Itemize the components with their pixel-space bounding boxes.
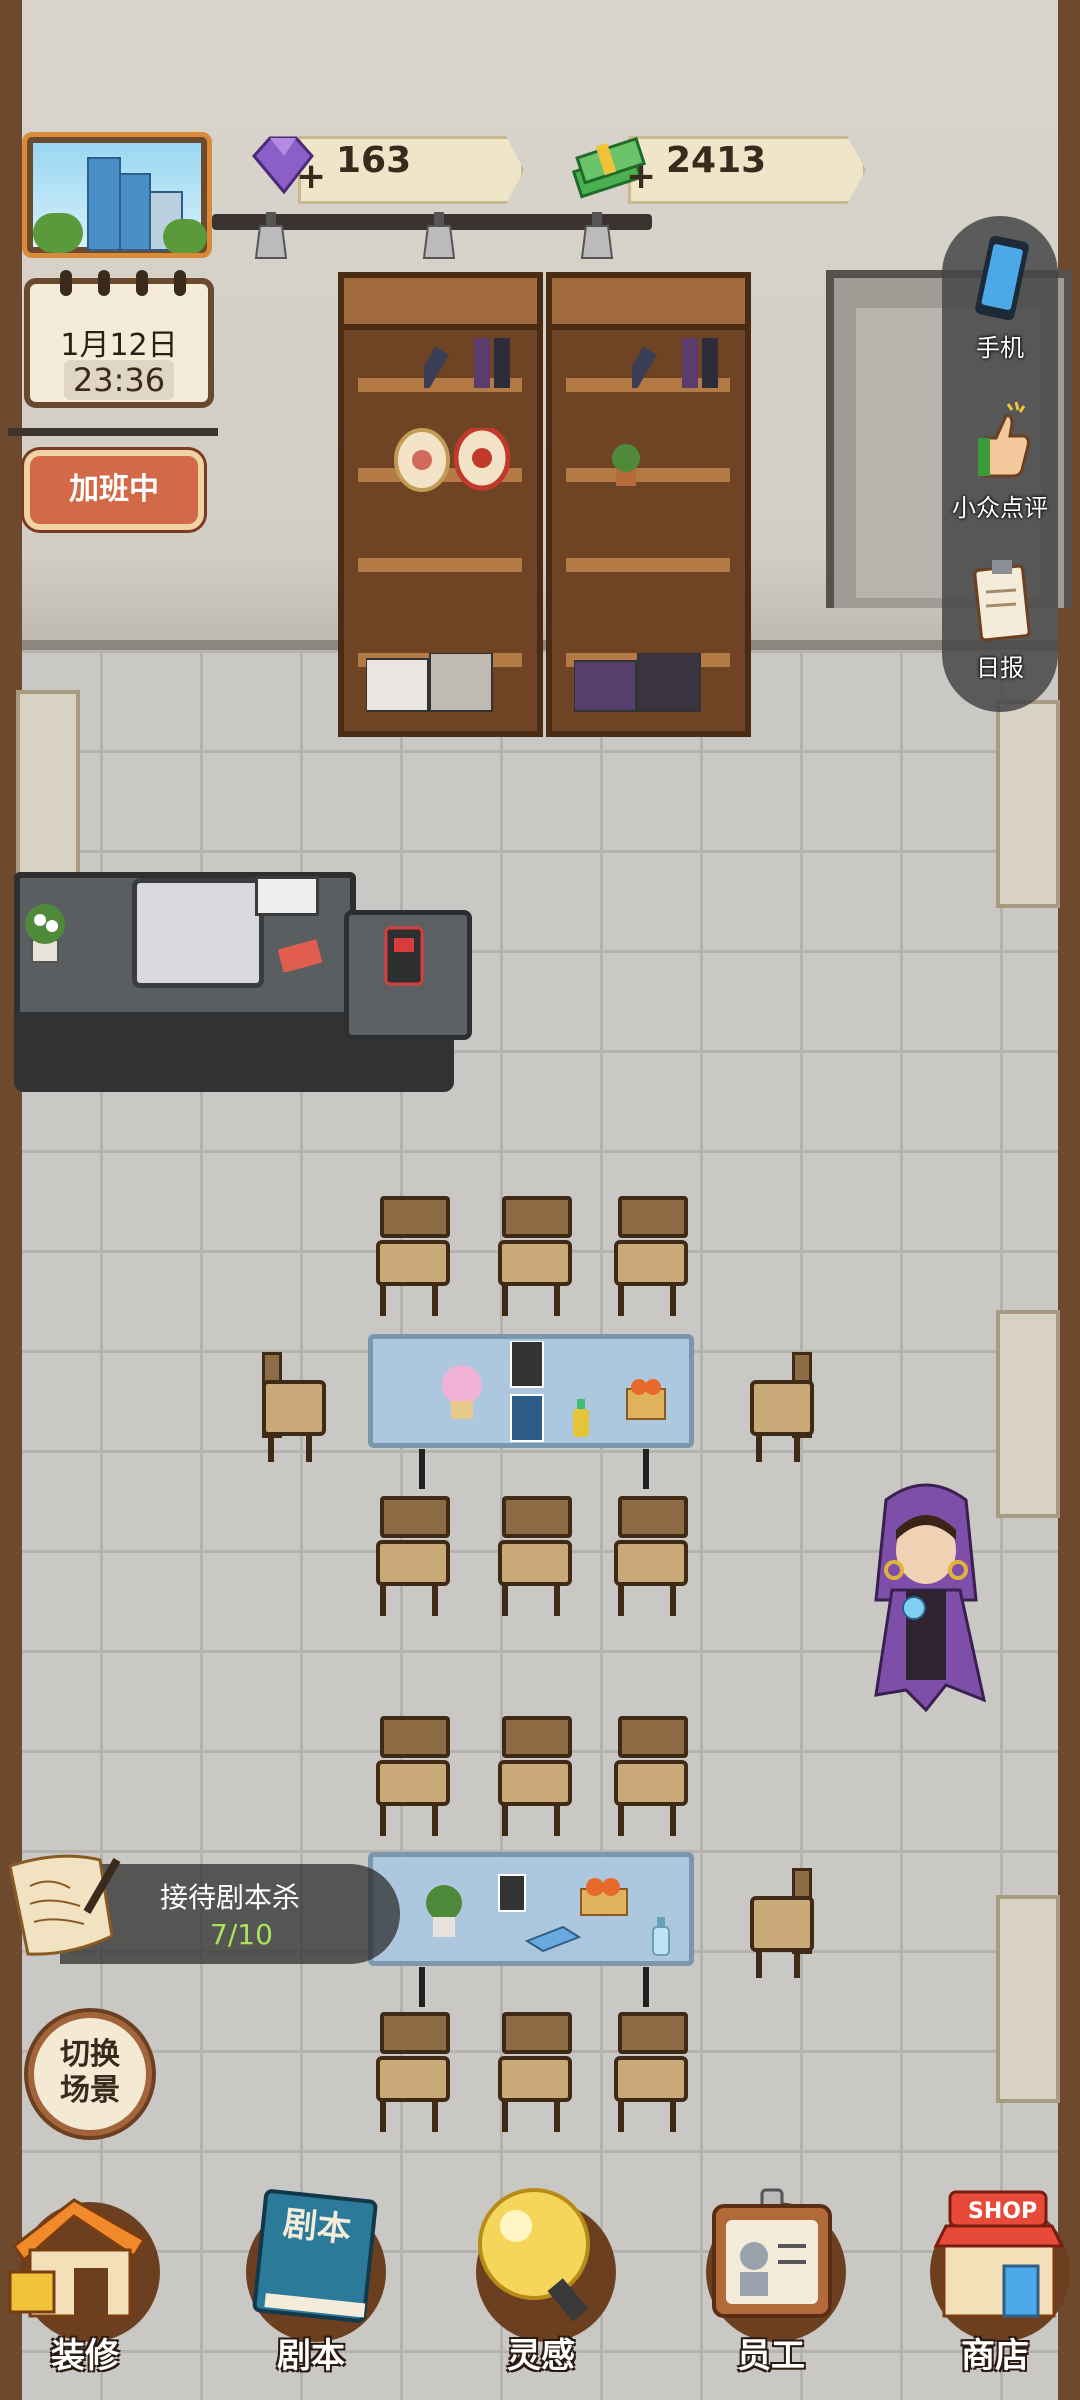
gem-count: 163 [336, 140, 412, 181]
game-table-1[interactable] [368, 1334, 694, 1489]
potted-plant-icon [426, 1885, 462, 1937]
shop-label: 商店 [961, 2336, 1029, 2376]
board-games-icon [366, 653, 493, 712]
id-badge-icon [712, 2188, 832, 2318]
shop-sign-text: SHOP [968, 2199, 1037, 2224]
ceiling-lamp-icon [580, 212, 614, 259]
chair [376, 2012, 450, 2132]
chair [376, 1196, 450, 1316]
snack-basket-icon [580, 1878, 628, 1916]
game-calendar: 1月12日 23:36 [24, 270, 214, 408]
chair [262, 1352, 326, 1462]
chair [614, 1196, 688, 1316]
chair [498, 1716, 572, 1836]
phone-label: 手机 [976, 334, 1024, 362]
board-games-icon [574, 653, 701, 712]
staff-label: 员工 [737, 2336, 805, 2376]
switch-scene-line1: 切换 [60, 2037, 120, 2072]
task-progress: 7/10 [210, 1918, 273, 1951]
switch-scene-line2: 场景 [60, 2073, 120, 2108]
script-book-title: 剧本 [281, 2204, 353, 2251]
script-book-icon: 剧本 [252, 2189, 378, 2323]
flower-pot-icon [442, 1365, 482, 1419]
ceiling-lamp-icon [422, 212, 456, 259]
bookshelf-right[interactable] [546, 272, 751, 737]
books-icon [424, 338, 510, 388]
house-icon [8, 2198, 147, 2318]
decorate-button[interactable]: 装修 [0, 2186, 170, 2400]
cards-icon [510, 1341, 544, 1442]
daily-report-label: 日报 [976, 654, 1024, 682]
bottle-icon [573, 1399, 589, 1437]
staff-button[interactable]: 员工 [686, 2186, 856, 2400]
script-button[interactable]: 剧本 剧本 [226, 2186, 396, 2400]
daily-report-button[interactable]: 日报 [942, 546, 1058, 696]
side-menu: 手机 小众点评 日报 [942, 216, 1058, 712]
script-label: 剧本 [277, 2336, 345, 2376]
chair [376, 1496, 450, 1616]
task-name: 接待剧本杀 [160, 1881, 301, 1914]
chair [498, 2012, 572, 2132]
task-banner[interactable]: 接待剧本杀 7/10 [0, 1846, 400, 1970]
calendar-time: 23:36 [64, 360, 174, 400]
chair [498, 1496, 572, 1616]
clipboard-icon [973, 560, 1031, 642]
inspiration-button[interactable]: 灵感 [456, 2186, 626, 2400]
add-cash-icon[interactable]: + [626, 156, 656, 197]
chair [498, 1196, 572, 1316]
wall-panel [16, 690, 80, 898]
review-button[interactable]: 小众点评 [942, 386, 1058, 536]
cards-icon [498, 1874, 526, 1912]
calendar-date: 1月12日 [60, 328, 178, 363]
cash-count: 2413 [666, 140, 767, 181]
shop-icon: SHOP [933, 2190, 1065, 2318]
sign-rod [8, 428, 218, 436]
chair [614, 2012, 688, 2132]
overtime-button[interactable]: 加班中 [24, 450, 204, 530]
switch-scene-button[interactable]: 切换 场景 [28, 2012, 152, 2136]
inspiration-label: 灵感 [507, 2336, 575, 2376]
script-booklet-icon [524, 1925, 582, 1953]
wall-panel [996, 1310, 1060, 1518]
shop-button[interactable]: SHOP 商店 [910, 2186, 1080, 2400]
card-reader-icon [384, 926, 424, 986]
chair [750, 1868, 814, 1978]
decorate-label: 装修 [51, 2336, 119, 2376]
wall-panel [996, 1895, 1060, 2103]
scroll-icon [8, 1854, 121, 1956]
bookshelf-left[interactable] [338, 272, 543, 737]
ceiling-lamp-icon [254, 212, 288, 259]
chair [614, 1716, 688, 1836]
decorative-plates-icon [394, 428, 511, 492]
review-label: 小众点评 [952, 494, 1048, 522]
potted-plant-icon [612, 444, 640, 486]
store-thumbnail[interactable] [22, 132, 212, 258]
snack-basket-icon [626, 1379, 666, 1420]
chair [750, 1352, 814, 1462]
fortune-teller-character[interactable] [866, 1480, 986, 1720]
add-gems-icon[interactable]: + [296, 156, 326, 197]
gem-counter[interactable]: + 163 [240, 132, 530, 204]
flower-pot-icon [25, 904, 65, 963]
thumbs-up-icon [978, 401, 1030, 478]
cash-register [132, 878, 264, 988]
chair [614, 1496, 688, 1616]
lightbulb-icon [478, 2188, 590, 2322]
phone-button[interactable]: 手机 [942, 226, 1058, 376]
game-table-2[interactable] [368, 1852, 694, 2007]
cash-counter[interactable]: + 2413 [570, 132, 866, 204]
chair [376, 1716, 450, 1836]
keyboard [255, 876, 319, 916]
water-bottle-icon [652, 1917, 670, 1956]
smartphone-icon [975, 236, 1029, 321]
left-wall-edge [0, 0, 22, 2400]
books-icon [632, 338, 718, 388]
card-box-icon [278, 939, 323, 972]
wall-panel [996, 700, 1060, 908]
